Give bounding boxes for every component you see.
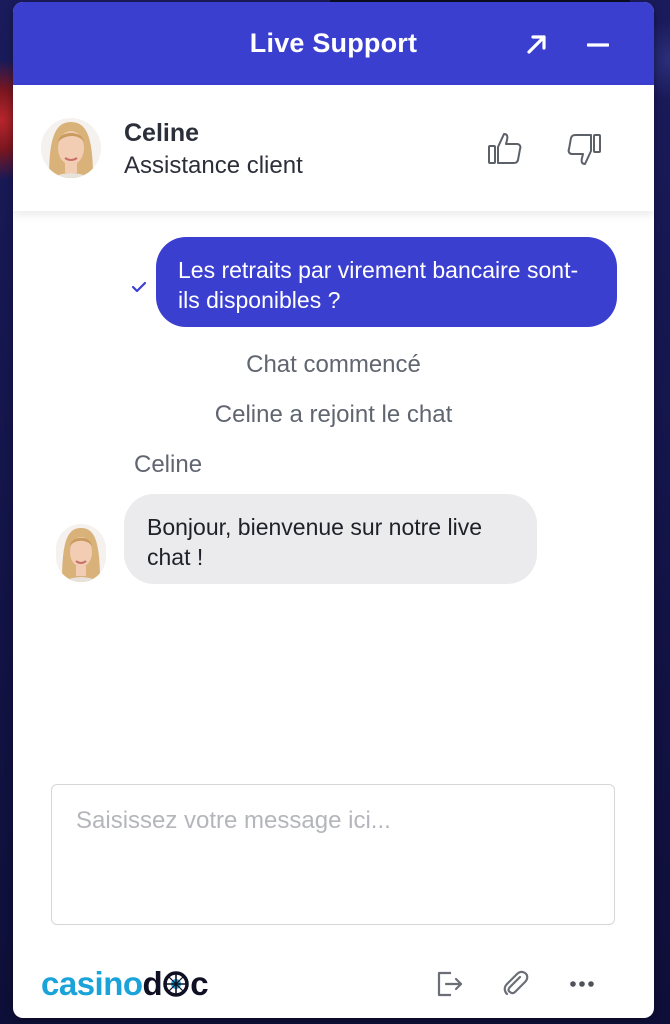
system-message: Celine a rejoint le chat xyxy=(214,401,453,428)
message-input-box[interactable] xyxy=(51,784,615,925)
arrow-up-right-icon xyxy=(527,35,546,54)
agent-avatar xyxy=(41,118,101,178)
exit-icon xyxy=(437,971,463,997)
title-bar: Live Support xyxy=(13,2,654,85)
check-icon xyxy=(131,281,147,293)
system-message: Chat commencé xyxy=(246,351,421,378)
attach-file-button[interactable] xyxy=(497,966,533,1002)
thumbs-down-icon xyxy=(567,134,601,165)
roulette-wheel-icon xyxy=(163,971,189,997)
thumbs-up-icon xyxy=(488,133,522,164)
message-input[interactable] xyxy=(52,785,614,924)
widget-title: Live Support xyxy=(249,28,418,58)
footer-toolbar: casino d c xyxy=(13,948,654,1018)
agent-name: Celine xyxy=(124,119,200,147)
paperclip-icon xyxy=(503,970,529,996)
user-message-bubble: Les retraits par virement bancaire sont-… xyxy=(156,237,617,327)
casinodoc-logo: casino d c xyxy=(41,965,209,1002)
expand-button[interactable] xyxy=(519,26,555,62)
minimize-button[interactable] xyxy=(580,26,616,62)
agent-message-bubble: Bonjour, bienvenue sur notre live chat ! xyxy=(124,494,537,584)
minus-icon xyxy=(587,43,609,47)
live-support-widget: Live Support Celine Assistance client Le… xyxy=(13,2,654,1018)
thumbs-down-button[interactable] xyxy=(564,129,604,169)
agent-role: Assistance client xyxy=(124,152,303,179)
message-sender-name: Celine xyxy=(134,451,203,478)
chat-transcript[interactable]: Les retraits par virement bancaire sont-… xyxy=(13,211,654,771)
exit-chat-button[interactable] xyxy=(431,966,467,1002)
agent-message-avatar xyxy=(56,524,106,582)
thumbs-up-button[interactable] xyxy=(485,129,525,169)
agent-bar: Celine Assistance client xyxy=(13,85,654,211)
more-horizontal-icon xyxy=(570,981,594,987)
more-options-button[interactable] xyxy=(564,966,600,1002)
